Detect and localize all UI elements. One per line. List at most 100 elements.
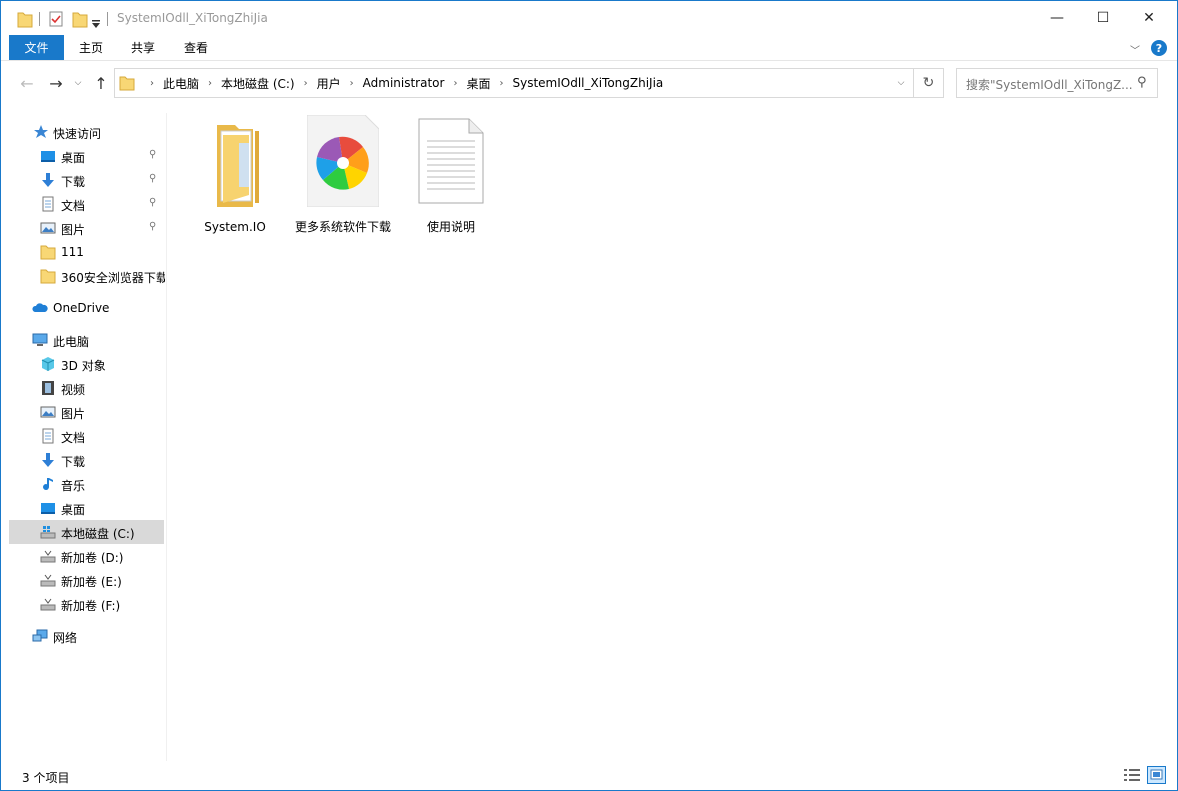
breadcrumb-item[interactable]: SystemIOdll_XiTongZhiJia <box>512 76 663 90</box>
chevron-right-icon[interactable]: › <box>150 78 154 89</box>
sidebar-item-quick-access[interactable]: 快速访问 <box>1 120 165 144</box>
file-name: 更多系统软件下载 <box>294 220 391 234</box>
expand-ribbon-icon[interactable]: ﹀ <box>1130 42 1140 57</box>
address-dropdown-button[interactable]: ⌵ <box>891 69 911 97</box>
ribbon-tabs: 文件 主页 共享 查看 ﹀ ? <box>1 35 1177 61</box>
chevron-right-icon[interactable]: › <box>304 78 308 89</box>
folder-icon[interactable] <box>17 10 33 28</box>
sidebar-item-label: 新加卷 (F:) <box>61 599 121 613</box>
sidebar-item-desktop-pc[interactable]: 桌面 <box>1 496 165 520</box>
star-icon <box>34 125 48 138</box>
customize-toolbar-icon[interactable] <box>91 15 101 33</box>
sidebar-item-pictures-pc[interactable]: 图片 <box>1 400 165 424</box>
large-icons-glyph <box>1150 769 1163 780</box>
separator <box>39 12 40 26</box>
sidebar-item-documents-pc[interactable]: 文档 <box>1 424 165 448</box>
breadcrumb-item[interactable]: 本地磁盘 (C:) <box>221 75 295 92</box>
sidebar-item-360-downloads[interactable]: 360安全浏览器下载 <box>1 264 165 288</box>
pictures-icon <box>40 406 56 418</box>
sidebar-item-3d-objects[interactable]: 3D 对象 <box>1 352 165 376</box>
folder-icon <box>40 245 56 260</box>
properties-icon[interactable] <box>48 10 64 28</box>
tab-file[interactable]: 文件 <box>9 35 64 60</box>
file-name: System.IO <box>204 220 266 234</box>
search-icon[interactable]: ⚲ <box>1137 75 1147 90</box>
large-icons-view-icon[interactable] <box>1147 766 1166 784</box>
close-button[interactable]: ✕ <box>1126 1 1172 35</box>
tab-view[interactable]: 查看 <box>174 35 218 60</box>
sidebar-item-desktop[interactable]: 桌面 ⚲ <box>1 144 165 168</box>
sidebar-item-downloads[interactable]: 下载 ⚲ <box>1 168 165 192</box>
download-arrow-icon <box>42 453 54 467</box>
breadcrumb: › 此电脑 › 本地磁盘 (C:) › 用户 › Administrator ›… <box>141 69 663 97</box>
sidebar-item-label: 111 <box>61 245 84 259</box>
sidebar-item-downloads-pc[interactable]: 下载 <box>1 448 165 472</box>
up-button[interactable]: ↑ <box>91 73 111 93</box>
document-icon <box>42 428 54 444</box>
sidebar-item-label: 文档 <box>61 431 86 445</box>
sidebar-item-label: 360安全浏览器下载 <box>61 271 165 285</box>
windows-drive-icon <box>40 526 56 539</box>
sidebar-item-music[interactable]: 音乐 <box>1 472 165 496</box>
sidebar-item-drive-f[interactable]: 新加卷 (F:) <box>1 592 165 616</box>
chevron-right-icon[interactable]: › <box>208 78 212 89</box>
sidebar-item-label: 快速访问 <box>53 127 102 141</box>
details-view-icon[interactable] <box>1123 767 1141 783</box>
address-bar[interactable]: › 此电脑 › 本地磁盘 (C:) › 用户 › Administrator ›… <box>114 68 944 98</box>
pin-icon: ⚲ <box>149 149 157 160</box>
desktop-icon <box>41 151 55 162</box>
breadcrumb-item[interactable]: Administrator <box>363 76 445 90</box>
item-count: 3 个项目 <box>22 771 70 785</box>
chevron-right-icon[interactable]: › <box>350 78 354 89</box>
drive-icon <box>40 598 56 611</box>
sidebar-item-onedrive[interactable]: OneDrive <box>1 296 165 320</box>
sidebar-item-drive-c[interactable]: 本地磁盘 (C:) <box>9 520 164 544</box>
folder-icon <box>217 125 259 207</box>
tab-home[interactable]: 主页 <box>69 35 113 60</box>
sidebar-item-label: 3D 对象 <box>61 359 106 373</box>
search-input[interactable]: 搜索"SystemIOdll_XiTongZ... ⚲ <box>956 68 1158 98</box>
breadcrumb-item[interactable]: 用户 <box>317 75 341 92</box>
sidebar-item-111[interactable]: 111 <box>1 240 165 264</box>
sidebar-item-drive-e[interactable]: 新加卷 (E:) <box>1 568 165 592</box>
sidebar-item-videos[interactable]: 视频 <box>1 376 165 400</box>
status-bar: 3 个项目 <box>1 761 1177 791</box>
pin-icon: ⚲ <box>149 221 157 232</box>
tab-share[interactable]: 共享 <box>121 35 165 60</box>
desktop-icon <box>41 503 55 514</box>
sidebar-item-network[interactable]: 网络 <box>1 624 165 648</box>
sidebar-item-label: 此电脑 <box>53 335 90 349</box>
chevron-right-icon[interactable]: › <box>499 78 503 89</box>
sidebar-item-drive-d[interactable]: 新加卷 (D:) <box>1 544 165 568</box>
sidebar-item-label: 文档 <box>61 199 86 213</box>
drive-icon <box>40 550 56 563</box>
download-arrow-icon <box>42 173 54 187</box>
new-folder-icon[interactable] <box>72 10 88 28</box>
minimize-button[interactable]: — <box>1034 1 1080 35</box>
refresh-button[interactable]: ↻ <box>913 69 943 97</box>
music-note-icon <box>43 478 53 491</box>
recent-locations-button[interactable]: ⌵ <box>71 73 85 93</box>
breadcrumb-item[interactable]: 桌面 <box>466 75 490 92</box>
sidebar-item-label: 下载 <box>61 175 86 189</box>
file-name: 使用说明 <box>426 220 475 234</box>
search-placeholder: 搜索"SystemIOdll_XiTongZ... <box>966 78 1133 92</box>
navigation-pane: 快速访问 桌面 ⚲ 下载 ⚲ 文档 ⚲ 图片 ⚲ 111 360安全浏览器下载 … <box>1 113 167 761</box>
forward-button[interactable]: → <box>46 73 66 93</box>
folder-icon <box>119 76 135 91</box>
help-icon[interactable]: ? <box>1151 40 1167 56</box>
cube-icon <box>41 357 55 371</box>
network-icon <box>32 629 48 642</box>
sidebar-item-label: 本地磁盘 (C:) <box>61 527 135 541</box>
sidebar-item-pictures[interactable]: 图片 ⚲ <box>1 216 165 240</box>
back-button[interactable]: ← <box>17 73 37 93</box>
sidebar-item-label: 图片 <box>61 407 86 421</box>
pictures-icon <box>40 222 56 234</box>
chevron-right-icon[interactable]: › <box>453 78 457 89</box>
sidebar-item-documents[interactable]: 文档 ⚲ <box>1 192 165 216</box>
sidebar-item-this-pc[interactable]: 此电脑 <box>1 328 165 352</box>
text-document-icon <box>418 118 484 204</box>
breadcrumb-item[interactable]: 此电脑 <box>163 75 199 92</box>
maximize-button[interactable]: ☐ <box>1080 1 1126 35</box>
separator <box>107 12 108 26</box>
